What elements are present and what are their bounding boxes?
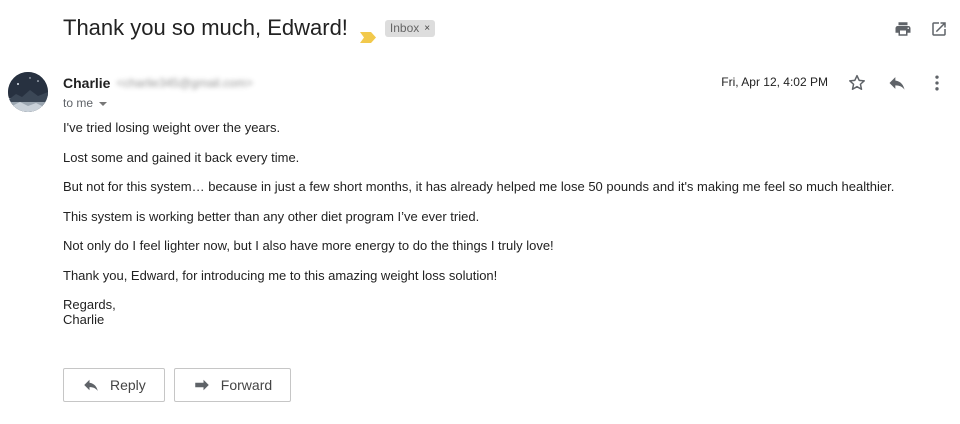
body-paragraph: Not only do I feel lighter now, but I al… bbox=[63, 238, 554, 253]
forward-button-label: Forward bbox=[220, 377, 273, 393]
chevron-down-icon[interactable] bbox=[99, 101, 108, 106]
inbox-label-chip[interactable]: Inbox × bbox=[384, 19, 436, 37]
sender-info: Charlie <charlie345@gmail.com> bbox=[63, 75, 253, 91]
email-subject-row: Thank you so much, Edward! Inbox × bbox=[63, 15, 436, 43]
email-date: Fri, Apr 12, 4:02 PM bbox=[721, 75, 828, 89]
reply-actions: Reply Forward bbox=[63, 368, 292, 402]
print-icon[interactable] bbox=[894, 20, 912, 38]
recipient-details-toggle[interactable]: to me bbox=[63, 96, 108, 110]
signoff: Regards, bbox=[63, 297, 116, 312]
email-subject: Thank you so much, Edward! bbox=[63, 15, 348, 40]
sender-email: <charlie345@gmail.com> bbox=[116, 76, 253, 90]
body-paragraph: This system is working better than any o… bbox=[63, 208, 480, 224]
reply-icon[interactable] bbox=[886, 72, 908, 94]
forward-button[interactable]: Forward bbox=[173, 368, 292, 402]
body-paragraph: Thank you, Edward, for introducing me to… bbox=[63, 267, 498, 283]
forward-icon bbox=[195, 379, 209, 391]
reply-button[interactable]: Reply bbox=[63, 368, 165, 402]
reply-icon bbox=[84, 379, 98, 391]
star-icon[interactable] bbox=[846, 72, 868, 94]
signature-name: Charlie bbox=[63, 312, 105, 327]
reply-button-label: Reply bbox=[110, 377, 146, 393]
avatar bbox=[8, 72, 48, 112]
label-text: Inbox bbox=[389, 21, 420, 35]
remove-label-icon[interactable]: × bbox=[424, 23, 430, 34]
email-body: I've tried losing weight over the years.… bbox=[63, 120, 943, 327]
open-in-new-icon[interactable] bbox=[930, 20, 948, 38]
importance-marker-icon[interactable] bbox=[359, 23, 376, 43]
more-vert-icon[interactable] bbox=[926, 72, 948, 94]
message-toolbar bbox=[846, 72, 948, 94]
signature-block: Regards, Charlie bbox=[63, 297, 943, 327]
body-paragraph: I've tried losing weight over the years. bbox=[63, 120, 281, 135]
sender-name[interactable]: Charlie bbox=[63, 75, 110, 91]
recipient-label: to me bbox=[63, 96, 94, 110]
subject-toolbar bbox=[894, 20, 948, 38]
body-paragraph: Lost some and gained it back every time. bbox=[63, 149, 300, 165]
body-paragraph: But not for this system… because in just… bbox=[63, 179, 895, 194]
